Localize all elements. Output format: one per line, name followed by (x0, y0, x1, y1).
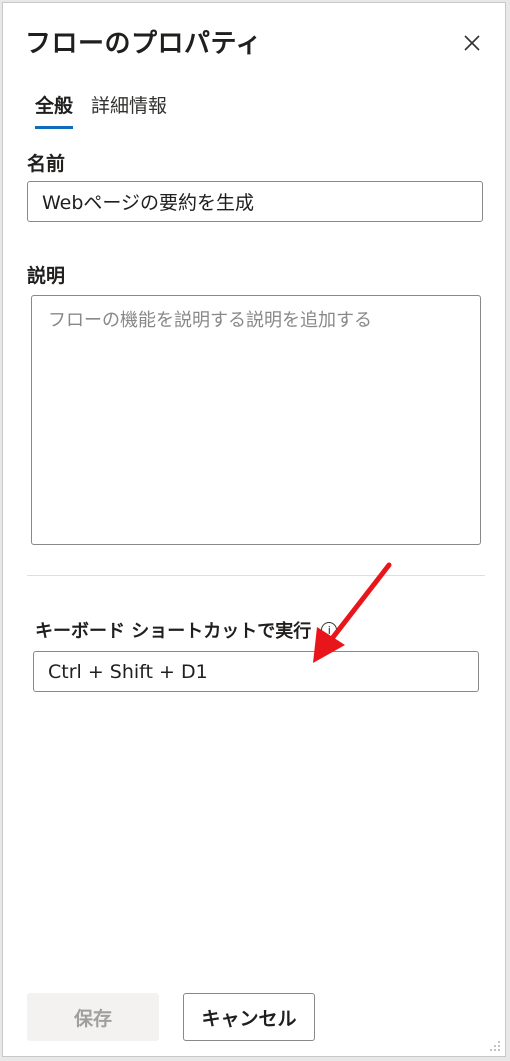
description-textarea[interactable]: フローの機能を説明する説明を追加する (31, 295, 481, 545)
dialog-title: フローのプロパティ (25, 29, 262, 59)
shortcut-label-row: キーボード ショートカットで実行 i (35, 617, 338, 643)
name-label: 名前 (27, 153, 66, 175)
section-divider (27, 575, 485, 576)
save-button[interactable]: 保存 (27, 993, 159, 1041)
shortcut-label: キーボード ショートカットで実行 (35, 621, 312, 642)
shortcut-input[interactable]: Ctrl + Shift + D1 (33, 651, 479, 692)
tab-general[interactable]: 全般 (35, 91, 74, 129)
tab-details[interactable]: 詳細情報 (91, 91, 167, 129)
name-input[interactable]: Webページの要約を生成 (27, 181, 483, 222)
close-icon[interactable] (458, 29, 486, 57)
flow-properties-panel: フローのプロパティ 全般 詳細情報 名前 Webページの要約を生成 説明 フロー… (2, 2, 506, 1057)
description-label: 説明 (27, 265, 66, 287)
cancel-button[interactable]: キャンセル (183, 993, 315, 1041)
annotation-arrow-icon (313, 562, 392, 663)
resize-grip-icon[interactable] (487, 1038, 501, 1052)
tab-list: 全般 詳細情報 (35, 91, 167, 129)
